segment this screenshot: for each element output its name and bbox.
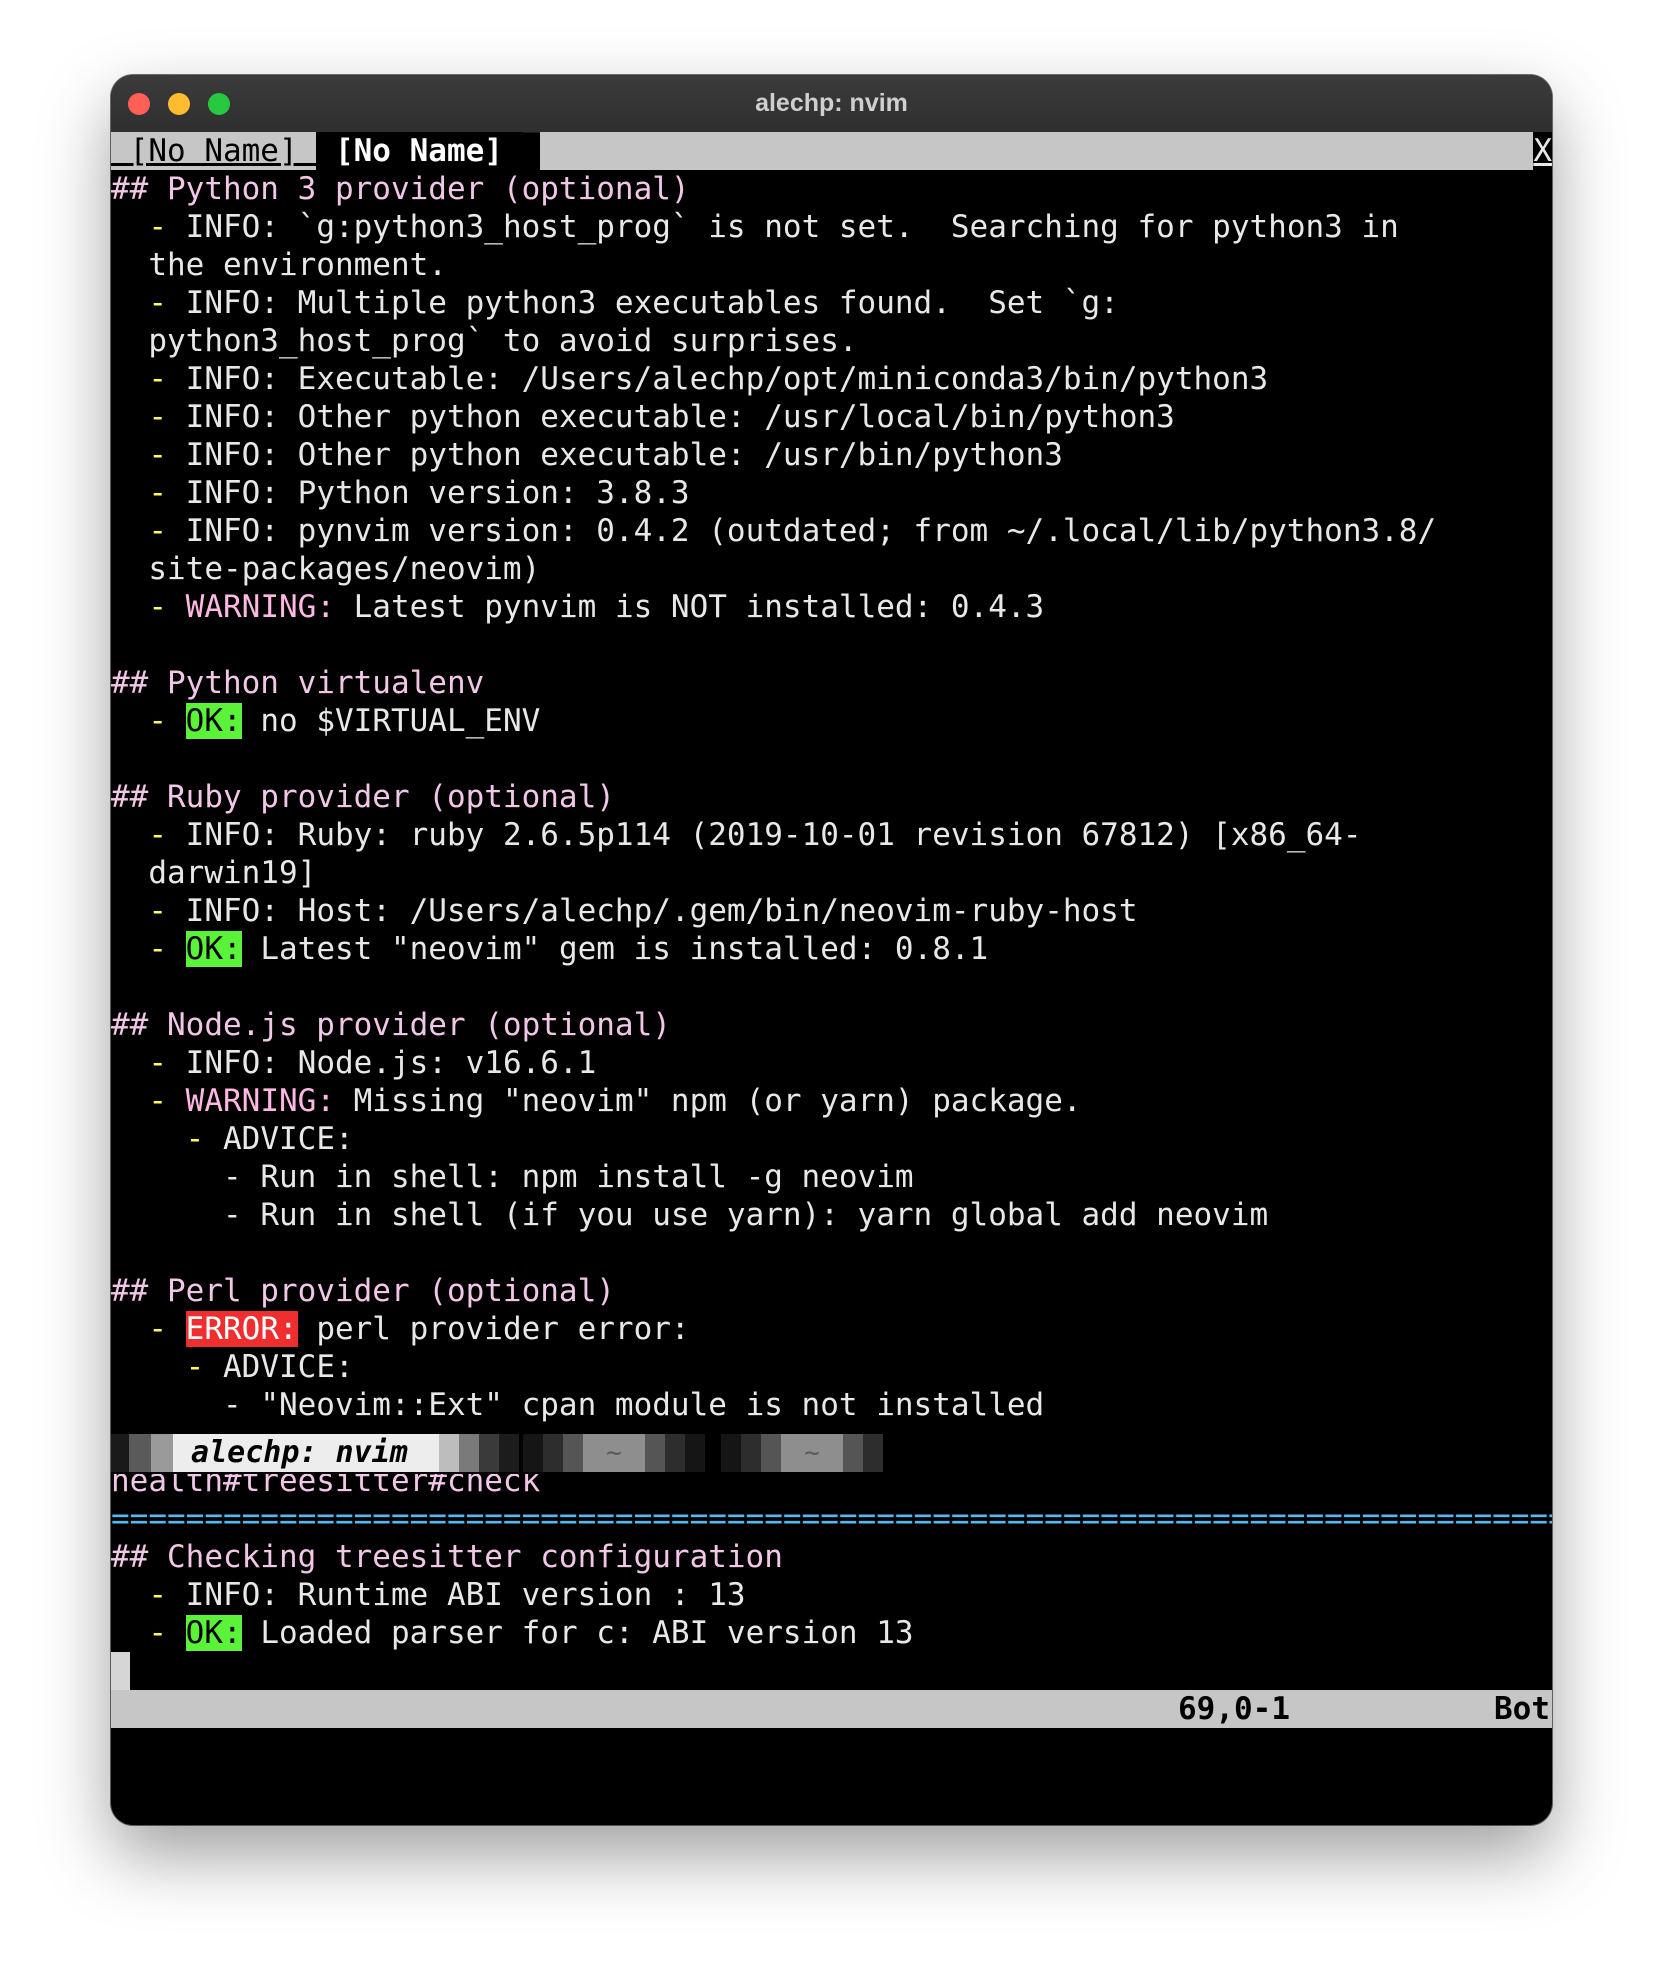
status-block xyxy=(151,1434,173,1472)
status-block xyxy=(459,1434,479,1472)
warning-label: WARNING: xyxy=(185,589,335,625)
section-heading: ## Node.js provider (optional) xyxy=(111,1007,671,1043)
advice-item: - Run in shell: npm install -g neovim xyxy=(111,1159,914,1195)
status-block xyxy=(645,1434,665,1472)
text-cursor xyxy=(111,1652,130,1690)
advice-line: - ADVICE: xyxy=(185,1349,354,1385)
terminal-window: alechp: nvim [No Name] [No Name] X ## Py… xyxy=(111,75,1552,1825)
health-line-wrap: darwin19] xyxy=(148,855,317,891)
health-line: - OK: Latest "neovim" gem is installed: … xyxy=(148,931,989,967)
tab-inactive[interactable]: [No Name] xyxy=(111,132,317,170)
health-line: - INFO: Node.js: v16.6.1 xyxy=(148,1045,597,1081)
cursor-line xyxy=(111,1652,1552,1690)
tmux-status-bar: alechp: nvim ~ ~ xyxy=(111,1434,1552,1474)
status-block xyxy=(439,1434,459,1472)
tabline-fill xyxy=(539,132,1534,170)
advice-item: - Run in shell (if you use yarn): yarn g… xyxy=(111,1197,1269,1233)
statusline: [No Name] 69,0-1 Bot xyxy=(111,1690,1552,1765)
health-line: - ERROR: perl provider error: xyxy=(148,1311,690,1347)
tmux-window-active[interactable]: alechp: nvim xyxy=(173,1434,439,1472)
health-line: - INFO: Host: /Users/alechp/.gem/bin/neo… xyxy=(148,893,1138,929)
title-bar[interactable]: alechp: nvim xyxy=(111,75,1552,133)
status-block xyxy=(665,1434,685,1472)
ok-badge: OK: xyxy=(185,703,242,739)
status-block xyxy=(563,1434,583,1472)
status-block xyxy=(523,1434,543,1472)
health-line: - INFO: Ruby: ruby 2.6.5p114 (2019-10-01… xyxy=(148,817,1362,853)
health-line: - INFO: Python version: 3.8.3 xyxy=(148,475,690,511)
cursor-position: 69,0-1 xyxy=(1178,1691,1290,1727)
command-line[interactable] xyxy=(111,1728,1552,1766)
status-block xyxy=(843,1434,863,1472)
status-block xyxy=(543,1434,563,1472)
health-line: - INFO: `g:python3_host_prog` is not set… xyxy=(148,209,1399,245)
health-line: - INFO: pynvim version: 0.4.2 (outdated;… xyxy=(148,513,1437,549)
section-heading: ## Checking treesitter configuration xyxy=(111,1539,783,1575)
tabline: [No Name] [No Name] X xyxy=(111,132,1552,170)
health-line-wrap: the environment. xyxy=(148,247,447,283)
separator-line: ========================================… xyxy=(111,1501,1552,1537)
tmux-window-2[interactable]: ~ xyxy=(583,1434,645,1472)
health-line: - INFO: Runtime ABI version : 13 xyxy=(148,1577,746,1613)
health-line: - INFO: Multiple python3 executables fou… xyxy=(148,285,1119,321)
scroll-indicator: Bot xyxy=(1494,1691,1550,1727)
status-block xyxy=(129,1434,151,1472)
tab-active[interactable]: [No Name] xyxy=(316,132,522,170)
status-block xyxy=(499,1434,519,1472)
advice-line: - ADVICE: xyxy=(185,1121,354,1157)
ok-badge: OK: xyxy=(185,1615,242,1651)
warning-label: WARNING: xyxy=(185,1083,335,1119)
health-line-wrap: site-packages/neovim) xyxy=(148,551,541,587)
section-heading: ## Perl provider (optional) xyxy=(111,1273,615,1309)
status-block xyxy=(685,1434,705,1472)
ok-badge: OK: xyxy=(185,931,242,967)
status-block xyxy=(721,1434,741,1472)
health-line: - WARNING: Missing "neovim" npm (or yarn… xyxy=(148,1083,1082,1119)
error-badge: ERROR: xyxy=(185,1311,298,1347)
status-block xyxy=(741,1434,761,1472)
health-line: - OK: Loaded parser for c: ABI version 1… xyxy=(148,1615,914,1651)
nvim-buffer[interactable]: [No Name] [No Name] X ## Python 3 provid… xyxy=(111,132,1552,1825)
section-heading: ## Ruby provider (optional) xyxy=(111,779,615,815)
section-heading: ## Python 3 provider (optional) xyxy=(111,171,690,207)
status-block xyxy=(761,1434,781,1472)
advice-item: - "Neovim::Ext" cpan module is not insta… xyxy=(111,1387,1045,1423)
status-block xyxy=(479,1434,499,1472)
health-line-wrap: python3_host_prog` to avoid surprises. xyxy=(148,323,858,359)
tmux-window-3[interactable]: ~ xyxy=(781,1434,843,1472)
health-line: - OK: no $VIRTUAL_ENV xyxy=(148,703,541,739)
window-title: alechp: nvim xyxy=(755,89,908,117)
health-line: - INFO: Executable: /Users/alechp/opt/mi… xyxy=(148,361,1269,397)
status-block xyxy=(111,1434,129,1472)
section-heading: ## Python virtualenv xyxy=(111,665,485,701)
health-line: - INFO: Other python executable: /usr/lo… xyxy=(148,399,1175,435)
status-block xyxy=(863,1434,883,1472)
tab-close-button[interactable]: X xyxy=(1533,132,1552,170)
health-line: - INFO: Other python executable: /usr/bi… xyxy=(148,437,1063,473)
health-line: - WARNING: Latest pynvim is NOT installe… xyxy=(148,589,1045,625)
